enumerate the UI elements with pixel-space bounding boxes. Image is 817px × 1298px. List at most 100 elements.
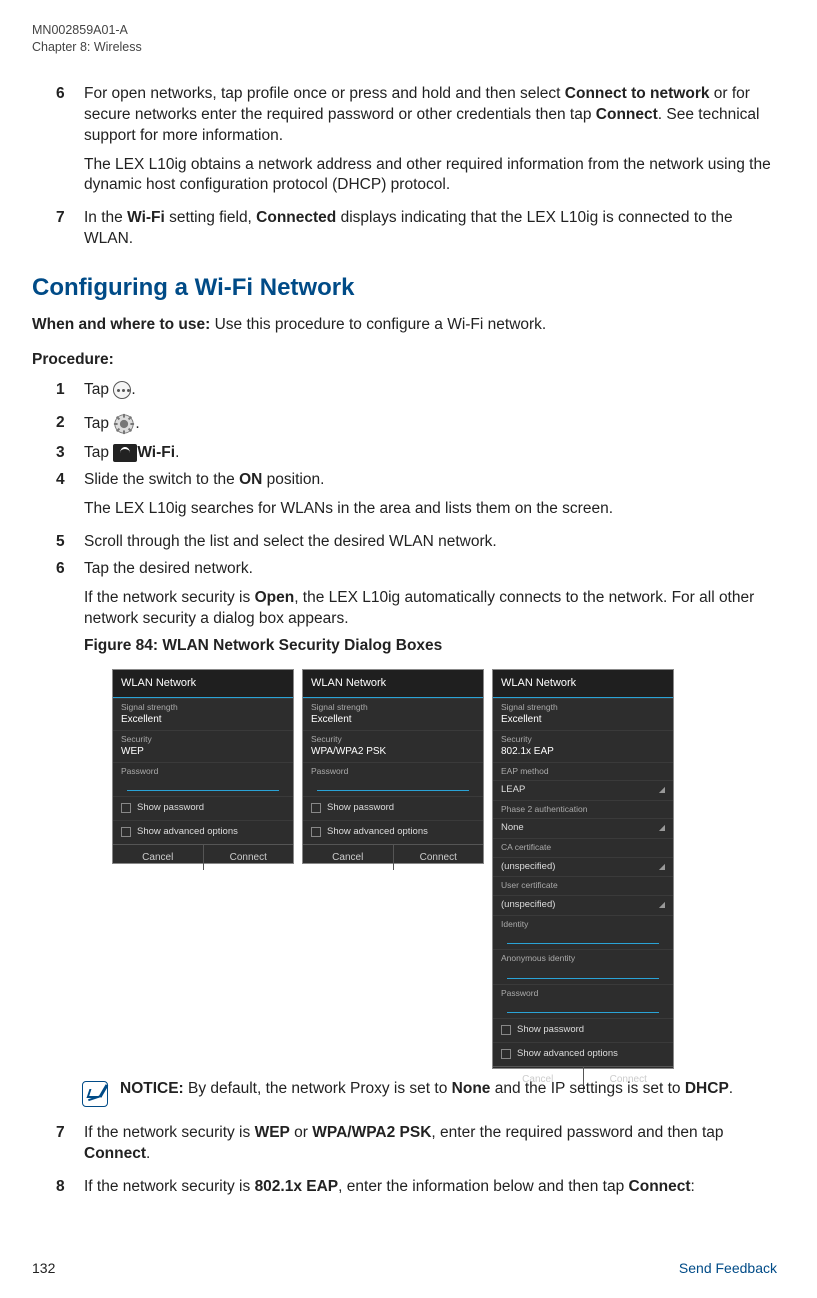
step-sub: The LEX L10ig searches for WLANs in the … <box>84 499 777 520</box>
chevron-down-icon: ◢ <box>659 785 665 796</box>
anon-identity-input[interactable] <box>507 967 659 979</box>
step-6: 6 Tap the desired network. If the networ… <box>56 559 777 657</box>
signal-label: Signal strength <box>501 702 665 713</box>
figure-caption: Figure 84: WLAN Network Security Dialog … <box>84 636 777 657</box>
bold-text: WPA/WPA2 PSK <box>312 1124 431 1141</box>
page-number: 132 <box>32 1259 55 1278</box>
procedure-label: Procedure: <box>32 350 777 371</box>
step-body: Tap . <box>84 413 777 435</box>
text: . <box>135 415 139 432</box>
signal-label: Signal strength <box>311 702 475 713</box>
bold-text: Connected <box>256 209 336 226</box>
dialog-title: WLAN Network <box>113 670 293 698</box>
dropdown-value: LEAP <box>501 784 525 797</box>
ca-cert-dropdown[interactable]: (unspecified)◢ <box>493 857 673 877</box>
eap-method-dropdown[interactable]: LEAP ◢ <box>493 780 673 800</box>
step-6-continued: 6 For open networks, tap profile once or… <box>56 84 777 197</box>
step-body: In the Wi-Fi setting field, Connected di… <box>84 208 777 250</box>
security-label: Security <box>501 734 665 745</box>
step-1: 1 Tap . <box>56 380 777 401</box>
chevron-down-icon: ◢ <box>659 900 665 911</box>
text: and the IP settings is set to <box>490 1080 684 1097</box>
text: setting field, <box>165 209 256 226</box>
notice-block: NOTICE: By default, the network Proxy is… <box>82 1079 777 1107</box>
show-password-checkbox[interactable]: Show password <box>113 796 293 820</box>
bold-text: Wi-Fi <box>137 444 175 461</box>
wifi-icon <box>113 444 137 462</box>
ca-cert-label: CA certificate <box>501 842 665 853</box>
step-body: If the network security is WEP or WPA/WP… <box>84 1123 777 1165</box>
dialog-eap: WLAN Network Signal strengthExcellent Se… <box>492 669 674 1069</box>
dialog-wep: WLAN Network Signal strengthExcellent Se… <box>112 669 294 864</box>
bold-text: Connect <box>629 1178 691 1195</box>
step-sub: The LEX L10ig obtains a network address … <box>84 155 777 197</box>
anon-identity-label: Anonymous identity <box>501 953 665 964</box>
text: position. <box>262 471 324 488</box>
text: If the network security is <box>84 589 255 606</box>
bold-text: None <box>452 1080 491 1097</box>
bold-text: ON <box>239 471 262 488</box>
cancel-button[interactable]: Cancel <box>113 845 203 871</box>
text: , enter the information below and then t… <box>338 1178 628 1195</box>
show-advanced-checkbox[interactable]: Show advanced options <box>113 820 293 844</box>
when-where-text: Use this procedure to configure a Wi-Fi … <box>210 316 546 333</box>
text: . <box>146 1145 150 1162</box>
step-2: 2 Tap . <box>56 413 777 435</box>
step-number: 2 <box>56 413 65 434</box>
text: Slide the switch to the <box>84 471 239 488</box>
step-4: 4 Slide the switch to the ON position. T… <box>56 470 777 520</box>
connect-button[interactable]: Connect <box>203 845 294 871</box>
notice-icon <box>82 1081 108 1107</box>
phase2-dropdown[interactable]: None◢ <box>493 818 673 838</box>
password-input[interactable] <box>127 779 279 791</box>
chapter-label: Chapter 8: Wireless <box>32 39 777 56</box>
checkbox-icon <box>121 827 131 837</box>
security-label: Security <box>311 734 475 745</box>
show-password-checkbox[interactable]: Show password <box>303 796 483 820</box>
text: or <box>290 1124 312 1141</box>
text: Tap <box>84 381 113 398</box>
step-number: 7 <box>56 1123 65 1144</box>
page-footer: 132 Send Feedback <box>32 1259 777 1278</box>
send-feedback-link[interactable]: Send Feedback <box>679 1259 777 1278</box>
bold-text: Connect <box>84 1145 146 1162</box>
step-number: 1 <box>56 380 65 401</box>
when-where-to-use: When and where to use: Use this procedur… <box>32 315 777 336</box>
password-label: Password <box>311 766 475 777</box>
chevron-down-icon: ◢ <box>659 862 665 873</box>
identity-input[interactable] <box>507 932 659 944</box>
checkbox-label: Show advanced options <box>327 826 428 839</box>
phase2-label: Phase 2 authentication <box>501 804 665 815</box>
procedure-steps: 1 Tap . 2 Tap . 3 Tap Wi-Fi. 4 Slide the… <box>32 380 777 656</box>
cancel-button[interactable]: Cancel <box>303 845 393 871</box>
checkbox-icon <box>121 803 131 813</box>
notice-text: NOTICE: By default, the network Proxy is… <box>120 1079 733 1100</box>
signal-label: Signal strength <box>121 702 285 713</box>
password-input[interactable] <box>507 1001 659 1013</box>
text: In the <box>84 209 127 226</box>
show-password-checkbox[interactable]: Show password <box>493 1018 673 1042</box>
security-label: Security <box>121 734 285 745</box>
password-input[interactable] <box>317 779 469 791</box>
password-label: Password <box>501 988 665 999</box>
user-cert-dropdown[interactable]: (unspecified) ◢ <box>493 895 673 915</box>
step-body: For open networks, tap profile once or p… <box>84 84 777 147</box>
dialog-wpa-wrap: WLAN Network Signal strengthExcellent Se… <box>302 669 484 1069</box>
when-where-label: When and where to use: <box>32 316 210 333</box>
step-7-continued: 7 In the Wi-Fi setting field, Connected … <box>56 208 777 250</box>
show-advanced-checkbox[interactable]: Show advanced options <box>493 1042 673 1066</box>
step-number: 7 <box>56 208 65 229</box>
connect-button[interactable]: Connect <box>393 845 484 871</box>
show-advanced-checkbox[interactable]: Show advanced options <box>303 820 483 844</box>
step-body: Tap . <box>84 380 777 401</box>
step-number: 8 <box>56 1177 65 1198</box>
step-3: 3 Tap Wi-Fi. <box>56 443 777 464</box>
text: : <box>691 1178 695 1195</box>
step-body: Tap Wi-Fi. <box>84 443 777 464</box>
step-5: 5 Scroll through the list and select the… <box>56 532 777 553</box>
dropdown-value: (unspecified) <box>501 899 555 912</box>
text: If the network security is <box>84 1124 255 1141</box>
checkbox-label: Show password <box>327 802 394 815</box>
settings-icon <box>113 413 135 435</box>
checkbox-icon <box>501 1025 511 1035</box>
